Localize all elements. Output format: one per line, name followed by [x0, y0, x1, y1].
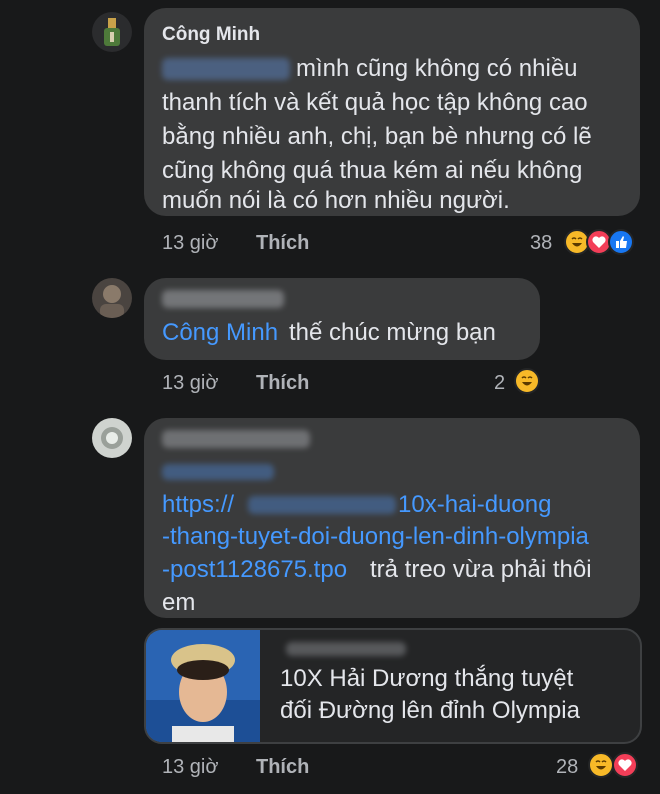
like-button[interactable]: Thích: [256, 372, 309, 395]
haha-icon[interactable]: [588, 752, 614, 778]
avatar[interactable]: [92, 418, 132, 458]
author-blurred[interactable]: [162, 430, 310, 448]
reaction-count[interactable]: 2: [494, 372, 505, 395]
link-text[interactable]: -thang-tuyet-doi-duong-len-dinh-olympia: [162, 520, 589, 554]
comment-text: em: [162, 589, 196, 616]
author-blurred[interactable]: [162, 290, 284, 308]
preview-thumbnail: [146, 630, 260, 742]
link-domain-blurred[interactable]: [248, 496, 396, 514]
like-button[interactable]: Thích: [256, 756, 309, 779]
comment-text-line: muốn nói là có hơn nhiều người.: [162, 187, 510, 214]
comment-text: thế chúc mừng bạn: [289, 319, 496, 346]
preview-source-blurred: [286, 642, 406, 656]
like-icon[interactable]: [608, 229, 634, 255]
comment-time[interactable]: 13 giờ: [162, 372, 218, 395]
preview-title-line: đối Đường lên đỉnh Olympia: [280, 697, 580, 724]
avatar[interactable]: [92, 12, 132, 52]
preview-title-line: 10X Hải Dương thắng tuyệt: [280, 665, 574, 692]
comment-time[interactable]: 13 giờ: [162, 232, 218, 255]
love-icon[interactable]: [612, 752, 638, 778]
comment-time[interactable]: 13 giờ: [162, 756, 218, 779]
reaction-count[interactable]: 28: [556, 756, 578, 779]
comment-mention[interactable]: Công Minh: [162, 316, 278, 350]
comment-text-line: bằng nhiều anh, chị, bạn bè nhưng có lẽ: [162, 123, 592, 150]
comment-text: trả treo vừa phải thôi: [370, 556, 592, 583]
reaction-count[interactable]: 38: [530, 232, 552, 255]
comment-text-line: cũng không quá thua kém ai nếu không: [162, 157, 583, 184]
like-button[interactable]: Thích: [256, 232, 309, 255]
link-text[interactable]: 10x-hai-duong: [398, 488, 551, 522]
link-text[interactable]: https://: [162, 488, 234, 522]
haha-icon[interactable]: [514, 368, 540, 394]
link-text[interactable]: -post1128675.tpo: [162, 553, 347, 587]
mention-blurred[interactable]: [162, 58, 290, 80]
comment-text-line: thanh tích và kết quả học tập không cao: [162, 89, 588, 116]
comment-author[interactable]: Công Minh: [162, 24, 260, 46]
comment-text-line: mình cũng không có nhiều: [296, 55, 578, 82]
avatar[interactable]: [92, 278, 132, 318]
link-preview-card[interactable]: 10X Hải Dương thắng tuyệt đối Đường lên …: [144, 628, 642, 744]
mention-blurred[interactable]: [162, 464, 274, 480]
